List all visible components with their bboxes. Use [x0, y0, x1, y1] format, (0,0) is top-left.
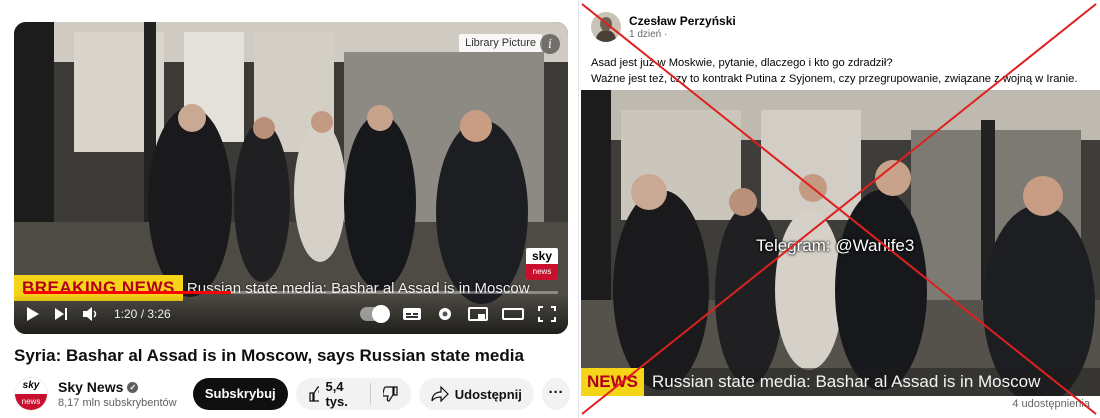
channel-name[interactable]: Sky News [58, 379, 123, 395]
settings-gear-icon[interactable] [436, 305, 454, 323]
subscriber-count: 8,17 mln subskrybentów [58, 397, 177, 409]
thumbs-up-icon [309, 386, 320, 402]
next-icon[interactable] [54, 306, 68, 322]
play-icon[interactable] [26, 306, 40, 322]
more-options-icon[interactable]: ··· [541, 378, 570, 410]
autoplay-toggle[interactable] [360, 305, 390, 323]
ticker-text: Russian state media: Bashar al Assad is … [652, 372, 1041, 391]
post-time[interactable]: 1 dzień · [629, 29, 736, 40]
time-display: 1:20 / 3:26 [114, 307, 171, 321]
post-video[interactable]: Telegram: @Warlife3 NEWS Russian state m… [581, 90, 1100, 396]
share-button[interactable]: Udostępnij [418, 378, 534, 410]
fullscreen-icon[interactable] [538, 306, 556, 322]
library-picture-label: Library Picture [459, 34, 542, 52]
share-label: Udostępnij [454, 386, 522, 402]
info-icon[interactable]: i [540, 34, 560, 54]
channel-name-row[interactable]: Sky News ✓ [58, 379, 181, 395]
subtitles-icon[interactable] [402, 306, 422, 322]
channel-row: sky news Sky News ✓ 8,17 mln subskrybent… [14, 376, 570, 412]
share-arrow-icon [431, 386, 449, 402]
video-player[interactable]: Library Picture i sky news BREAKING NEWS… [14, 22, 568, 334]
author-name[interactable]: Czesław Perzyński [629, 14, 736, 28]
telegram-watermark: Telegram: @Warlife3 [756, 236, 915, 255]
volume-icon[interactable] [82, 306, 100, 322]
miniplayer-icon[interactable] [468, 306, 488, 322]
facebook-post: Czesław Perzyński 1 dzień · Asad jest ju… [578, 0, 1100, 418]
theater-mode-icon[interactable] [502, 306, 524, 322]
channel-meta: Sky News ✓ 8,17 mln subskrybentów [58, 379, 181, 409]
like-button[interactable]: 5,4 tys. [296, 378, 370, 410]
avatar-bottom: news [15, 394, 47, 410]
avatar-top: sky [22, 380, 40, 391]
news-ticker: NEWS Russian state media: Bashar al Assa… [581, 368, 1100, 396]
dislike-button[interactable] [371, 378, 411, 410]
author-block: Czesław Perzyński 1 dzień · [629, 14, 736, 40]
bug-top: sky [531, 249, 553, 263]
like-count: 5,4 tys. [325, 379, 348, 409]
like-dislike-group: 5,4 tys. [295, 378, 411, 410]
video-title: Syria: Bashar al Assad is in Moscow, say… [14, 346, 524, 365]
channel-avatar[interactable]: sky news [14, 377, 48, 411]
news-label: NEWS [581, 368, 644, 396]
author-avatar[interactable] [591, 12, 621, 42]
thumbs-down-icon [382, 386, 398, 402]
post-line-2: Ważne jest też, czy to kontrakt Putina z… [591, 73, 1078, 85]
subscribe-button[interactable]: Subskrybuj [192, 378, 288, 410]
player-controls: 1:20 / 3:26 [14, 294, 568, 334]
youtube-panel: Library Picture i sky news BREAKING NEWS… [0, 0, 578, 418]
verified-icon: ✓ [127, 381, 139, 393]
share-count[interactable]: 4 udostępnienia [1012, 398, 1090, 410]
post-line-1: Asad jest już w Moskwie, pytanie, dlacze… [591, 57, 893, 69]
post-header: Czesław Perzyński 1 dzień · [591, 12, 736, 42]
post-text: Asad jest już w Moskwie, pytanie, dlacze… [591, 55, 1090, 87]
